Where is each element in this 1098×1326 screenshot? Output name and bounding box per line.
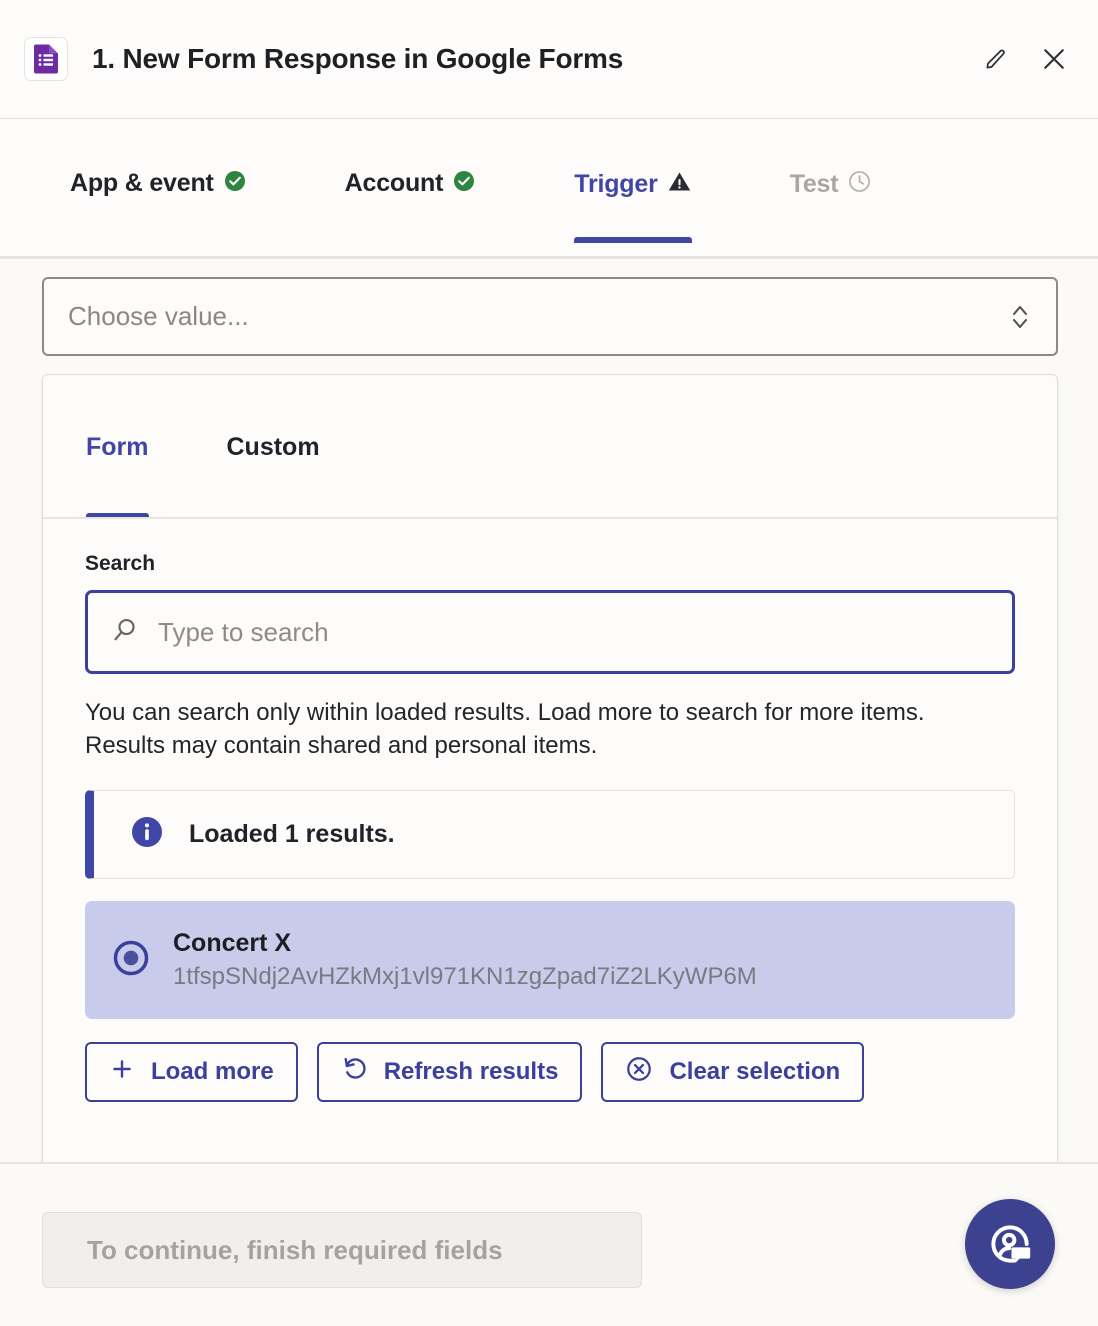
- tab-trigger[interactable]: Trigger: [574, 169, 691, 243]
- picker-tab-label: Custom: [227, 433, 320, 462]
- value-picker-panel: Form Custom Search Typ: [42, 374, 1058, 1174]
- page-title: 1. New Form Response in Google Forms: [92, 43, 623, 75]
- check-circle-icon: [223, 169, 247, 198]
- edit-icon[interactable]: [980, 43, 1012, 75]
- info-banner-text: Loaded 1 results.: [189, 820, 395, 849]
- refresh-results-button[interactable]: Refresh results: [317, 1042, 583, 1102]
- support-chat-icon[interactable]: [965, 1199, 1055, 1289]
- picker-tab-custom[interactable]: Custom: [227, 375, 320, 519]
- picker-tabs-divider: [43, 517, 1057, 519]
- tab-label: Account: [345, 169, 444, 198]
- form-select-dropdown[interactable]: Choose value...: [42, 277, 1058, 356]
- active-tab-underline: [574, 237, 691, 243]
- list-item-subtitle: 1tfspSNdj2AvHZkMxj1vl971KN1zgZpad7iZ2LKy…: [173, 961, 757, 992]
- header-actions: [980, 43, 1070, 75]
- picker-tabs: Form Custom: [43, 375, 1057, 519]
- trigger-form-body: Choose value... Form Custom: [0, 259, 1098, 1162]
- picker-tab-form[interactable]: Form: [86, 375, 149, 519]
- list-item[interactable]: Concert X 1tfspSNdj2AvHZkMxj1vl971KN1zgZ…: [85, 901, 1015, 1019]
- search-input[interactable]: Type to search: [85, 590, 1015, 674]
- clock-icon: [847, 169, 872, 199]
- list-item-texts: Concert X 1tfspSNdj2AvHZkMxj1vl971KN1zgZ…: [173, 928, 757, 993]
- clear-selection-label: Clear selection: [669, 1058, 840, 1086]
- check-circle-icon: [452, 169, 476, 198]
- radio-selected-icon[interactable]: [111, 938, 151, 983]
- google-forms-icon: [24, 37, 68, 81]
- select-placeholder: Choose value...: [68, 301, 249, 332]
- warning-triangle-icon: [667, 169, 692, 199]
- plus-icon: [109, 1056, 135, 1089]
- search-placeholder: Type to search: [158, 617, 329, 648]
- info-banner: Loaded 1 results.: [85, 790, 1015, 879]
- x-circle-icon: [625, 1055, 653, 1090]
- info-circle-icon: [129, 814, 165, 855]
- search-icon: [110, 615, 140, 650]
- refresh-icon: [341, 1055, 368, 1089]
- continue-button: To continue, finish required fields: [42, 1212, 642, 1288]
- step-tabs: App & event Account Tr: [0, 119, 1098, 259]
- tab-label: App & event: [70, 169, 214, 198]
- step-header: 1. New Form Response in Google Forms: [0, 0, 1098, 119]
- tab-account[interactable]: Account: [345, 169, 477, 242]
- refresh-results-label: Refresh results: [384, 1058, 559, 1086]
- tab-label: Test: [790, 170, 839, 199]
- search-help-text: You can search only within loaded result…: [85, 697, 985, 762]
- load-more-label: Load more: [151, 1058, 274, 1086]
- picker-content: Search Type to search You can search onl…: [43, 519, 1057, 1102]
- tab-app-and-event[interactable]: App & event: [70, 169, 247, 242]
- tab-test[interactable]: Test: [790, 169, 873, 243]
- picker-tab-label: Form: [86, 433, 149, 462]
- step-footer: To continue, finish required fields: [0, 1162, 1098, 1326]
- list-item-title: Concert X: [173, 928, 757, 959]
- search-label: Search: [85, 552, 1015, 576]
- zap-editor-step-panel: 1. New Form Response in Google Forms App…: [0, 0, 1098, 1326]
- tab-label: Trigger: [574, 170, 657, 199]
- clear-selection-button[interactable]: Clear selection: [601, 1042, 864, 1102]
- picker-actions: Load more Refresh results: [85, 1042, 1015, 1102]
- chevron-updown-icon: [1008, 300, 1032, 334]
- close-icon[interactable]: [1038, 43, 1070, 75]
- load-more-button[interactable]: Load more: [85, 1042, 298, 1102]
